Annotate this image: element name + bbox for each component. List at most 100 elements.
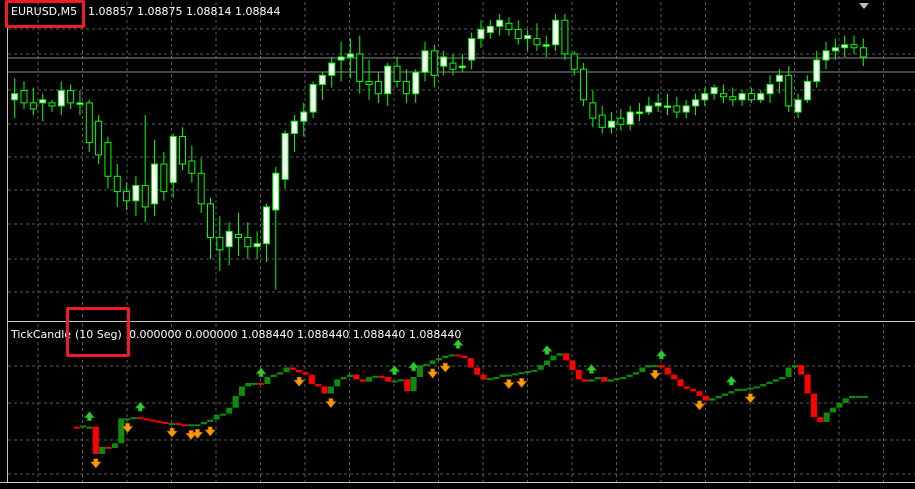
tick-bar (200, 421, 207, 425)
chart-shift-arrow-icon[interactable] (859, 3, 869, 9)
arrow-up-icon (725, 375, 737, 386)
tick-bar (238, 386, 245, 396)
arrow-up-icon (134, 401, 146, 412)
ohlc-readout: 1.08857 1.08875 1.08814 1.08844 (88, 5, 281, 18)
arrow-down-icon (293, 376, 305, 387)
candle (589, 90, 597, 128)
arrow-down-icon (439, 362, 451, 373)
price-pane[interactable] (8, 2, 915, 320)
candle (281, 130, 289, 189)
indicator-pane[interactable] (8, 324, 915, 482)
arrow-down-icon (649, 369, 661, 380)
candle-body (458, 65, 466, 69)
candle (831, 38, 839, 61)
candles-group (11, 14, 867, 290)
indicator-bars-group (73, 353, 868, 454)
candle (766, 75, 774, 103)
candle-body (663, 105, 671, 108)
candle-body (328, 62, 336, 76)
candle (85, 99, 93, 152)
candle-body (234, 233, 242, 239)
price-chart-canvas[interactable] (8, 2, 915, 320)
candle-body (514, 28, 522, 40)
candle-body (608, 120, 616, 128)
tick-bar (772, 379, 779, 382)
arrow-up-icon (655, 349, 668, 360)
candle (468, 32, 476, 70)
candle (496, 14, 504, 36)
tick-bar (722, 393, 728, 396)
candle-body (729, 96, 737, 101)
tick-bar (92, 426, 99, 454)
candle-body (290, 120, 298, 134)
tick-bar (588, 379, 595, 382)
tick-bar (378, 375, 385, 378)
candle (356, 35, 364, 94)
candle-body (384, 65, 392, 95)
candle-body (747, 93, 755, 101)
candle-body (337, 56, 345, 61)
candle-body (803, 80, 811, 101)
candle (402, 69, 410, 103)
tick-bar (111, 443, 118, 448)
candle-body (393, 65, 401, 82)
candle (57, 81, 65, 116)
candle (179, 127, 187, 171)
candle-body (719, 93, 727, 98)
tick-bar (480, 374, 487, 380)
candle-body (421, 50, 429, 73)
candle (859, 38, 867, 67)
candle (533, 23, 541, 51)
tick-bar (213, 414, 220, 420)
tick-bar (296, 369, 303, 373)
tick-bar (563, 353, 570, 361)
arrow-down-icon (166, 427, 178, 438)
candle-body (57, 90, 65, 107)
candle (785, 66, 793, 113)
chart-window[interactable]: EURUSD,M5 1.08857 1.08875 1.08814 1.0884… (0, 0, 915, 489)
tick-bar (696, 391, 703, 396)
pane-separator[interactable] (8, 321, 915, 322)
tick-bar (677, 379, 684, 387)
tick-bar (518, 372, 525, 375)
tick-bar (321, 386, 328, 394)
tick-bar (442, 355, 449, 359)
tick-bar (429, 360, 436, 364)
tick-bar (493, 376, 500, 379)
candle-body (356, 53, 364, 82)
candle (188, 145, 196, 183)
tick-bar (308, 374, 315, 385)
candle (141, 115, 149, 223)
candle-body (654, 102, 662, 107)
candle (757, 90, 765, 103)
candle (151, 139, 159, 217)
candle-body (11, 93, 19, 101)
tick-bar (734, 388, 741, 392)
candle (645, 96, 653, 116)
candle (113, 164, 121, 207)
candle-body (48, 102, 56, 107)
tick-bar (372, 375, 379, 378)
candle (458, 53, 466, 73)
arrow-down-icon (427, 368, 439, 379)
candle-body (346, 53, 354, 58)
indicator-canvas[interactable] (8, 324, 915, 482)
candle (365, 60, 373, 100)
tick-bar (658, 365, 665, 368)
candle-body (757, 93, 765, 101)
candle (11, 78, 19, 119)
tick-bar (861, 395, 868, 398)
candle-body (794, 99, 802, 113)
candle (654, 93, 662, 113)
tick-bar (830, 407, 837, 413)
candle-body (477, 28, 485, 40)
candle-body (160, 163, 168, 193)
tick-bar (760, 384, 767, 387)
tick-bar (601, 376, 608, 382)
tick-bar (842, 398, 849, 403)
candle-body (589, 102, 597, 119)
arrow-up-icon (255, 367, 267, 378)
tick-bar (436, 358, 442, 361)
candle-body (20, 90, 28, 104)
tick-bar (626, 374, 633, 377)
